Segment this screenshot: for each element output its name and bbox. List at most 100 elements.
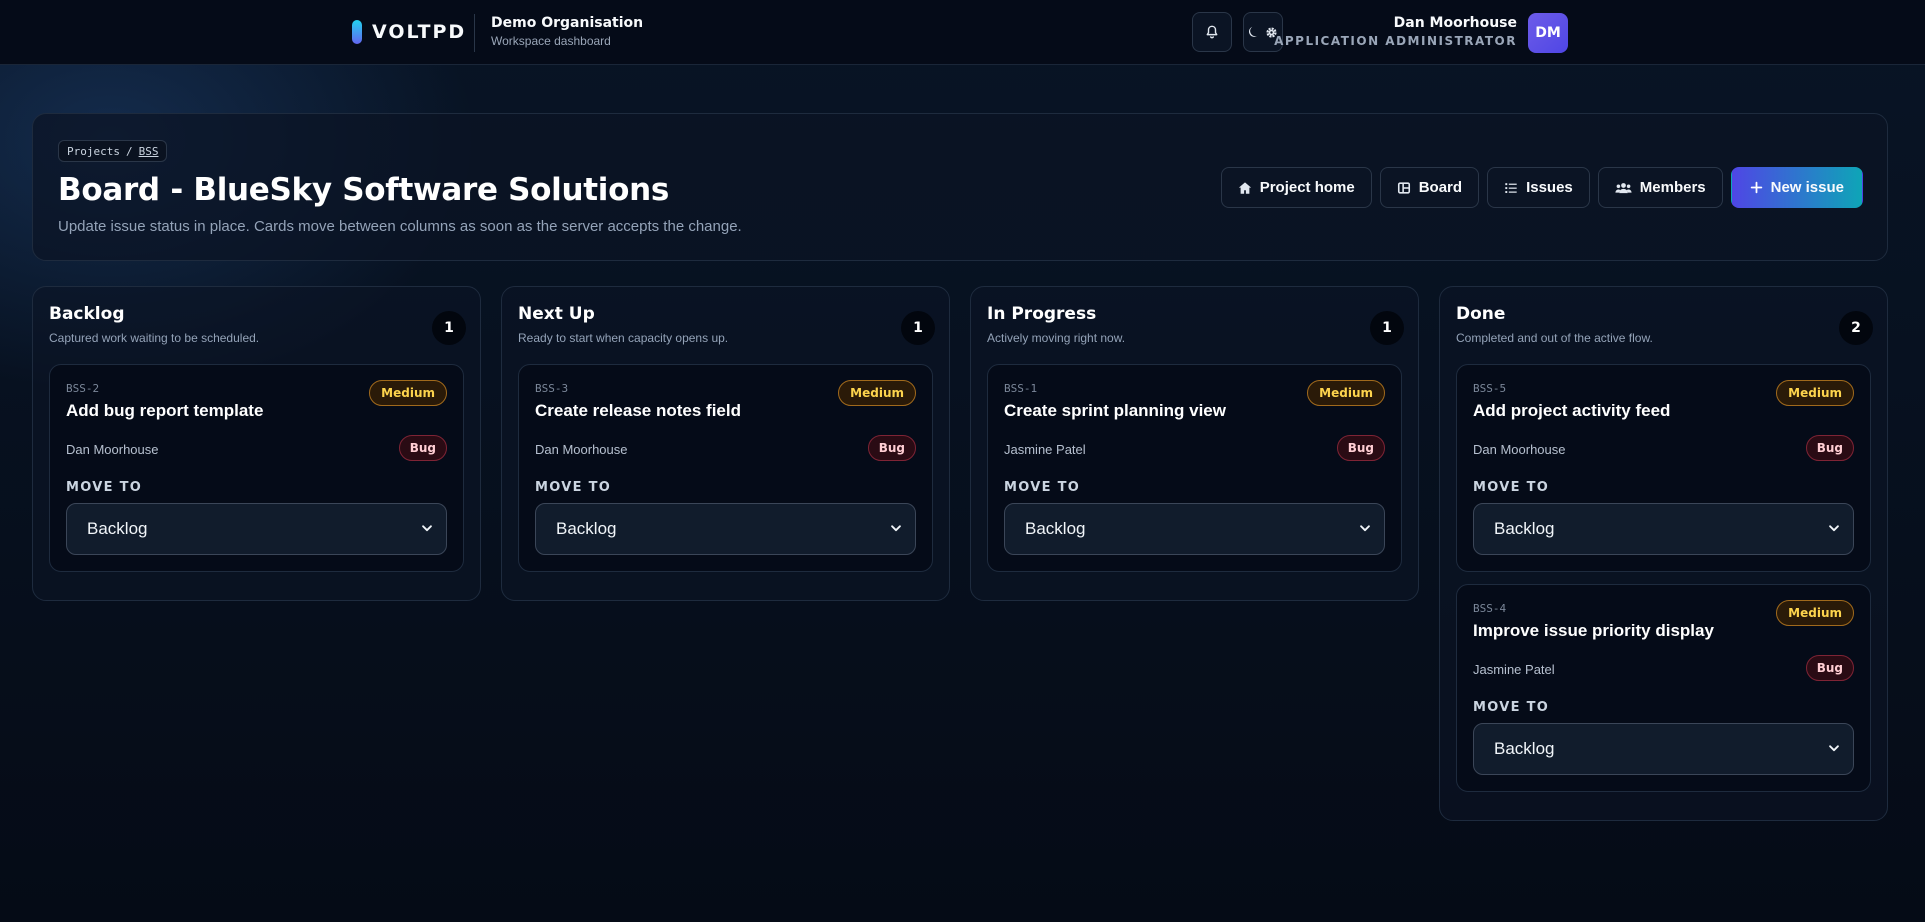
new-issue-button[interactable]: New issue [1730,167,1863,208]
project-home-label: Project home [1259,179,1355,196]
issue-type-badge: Bug [398,435,447,461]
brand-logo[interactable]: VOLTPD [352,20,466,44]
priority-badge: Medium [838,380,916,406]
moon-icon [1248,26,1259,37]
user-name: Dan Moorhouse [1393,15,1517,31]
move-to-value: Backlog [1494,739,1555,758]
board-button[interactable]: Board [1379,167,1480,208]
move-to-value: Backlog [556,519,617,538]
plus-icon [1750,181,1762,194]
page-title: Board - BlueSky Software Solutions [58,172,670,208]
move-to-label: MOVE TO [535,480,612,495]
column-description: Ready to start when capacity opens up. [518,331,729,345]
avatar[interactable]: DM [1528,13,1568,53]
column-description: Captured work waiting to be scheduled. [49,331,260,345]
assignee-name: Dan Moorhouse [66,442,159,457]
issue-card[interactable]: BSS-5 Add project activity feed Medium D… [1456,364,1871,572]
issue-title[interactable]: Improve issue priority display [1473,621,1714,641]
issue-type-badge: Bug [1805,655,1854,681]
column-backlog: Backlog Captured work waiting to be sche… [32,286,481,601]
issues-label: Issues [1526,179,1573,196]
column-in-progress: In Progress Actively moving right now. 1… [970,286,1419,601]
members-button[interactable]: Members [1597,167,1723,208]
organisation-info: Demo Organisation Workspace dashboard [491,15,643,48]
breadcrumb-project-link[interactable]: BSS [139,145,159,158]
issue-title[interactable]: Create sprint planning view [1004,401,1226,421]
organisation-name: Demo Organisation [491,15,644,31]
move-to-select[interactable]: Backlog [535,503,916,555]
chevron-down-icon [1360,525,1370,532]
issue-type-badge: Bug [867,435,916,461]
issue-title[interactable]: Add bug report template [66,401,263,421]
issue-type-badge: Bug [1336,435,1385,461]
issue-key: BSS-4 [1473,602,1507,615]
priority-badge: Medium [369,380,447,406]
issues-button[interactable]: Issues [1487,167,1590,208]
assignee-name: Jasmine Patel [1473,662,1555,677]
assignee-name: Dan Moorhouse [1473,442,1566,457]
chevron-down-icon [422,525,432,532]
issue-card[interactable]: BSS-2 Add bug report template Medium Dan… [49,364,464,572]
members-label: Members [1639,179,1706,196]
move-to-select[interactable]: Backlog [1473,723,1854,775]
issue-key: BSS-3 [535,382,569,395]
home-icon [1238,181,1251,194]
issue-card[interactable]: BSS-4 Improve issue priority display Med… [1456,584,1871,792]
move-to-label: MOVE TO [1473,480,1550,495]
brand-mark-icon [352,20,362,44]
issue-key: BSS-5 [1473,382,1507,395]
column-description: Actively moving right now. [987,331,1126,345]
move-to-select[interactable]: Backlog [1004,503,1385,555]
board-label: Board [1418,179,1463,196]
priority-badge: Medium [1776,600,1854,626]
assignee-name: Dan Moorhouse [535,442,628,457]
chevron-down-icon [1829,525,1839,532]
column-title: Backlog [49,304,125,324]
brand-name: VOLTPD [372,21,467,43]
notifications-button[interactable] [1192,12,1232,52]
breadcrumb-projects-link[interactable]: Projects [67,145,120,158]
column-title: In Progress [987,304,1097,324]
header-actions: Project home Board Issues Members New is… [1220,167,1863,208]
move-to-label: MOVE TO [1473,700,1550,715]
column-count-badge: 1 [1370,311,1404,345]
breadcrumb: Projects / BSS [58,140,168,162]
issue-card[interactable]: BSS-3 Create release notes field Medium … [518,364,933,572]
bell-icon [1206,25,1218,39]
board-icon [1397,181,1410,194]
page-subtitle: Update issue status in place. Cards move… [58,218,742,235]
column-count-badge: 1 [901,311,935,345]
column-title: Next Up [518,304,595,324]
assignee-name: Jasmine Patel [1004,442,1086,457]
chevron-down-icon [1829,745,1839,752]
issue-key: BSS-2 [66,382,100,395]
list-icon [1505,182,1517,193]
organisation-subtitle: Workspace dashboard [491,34,611,48]
priority-badge: Medium [1307,380,1385,406]
column-count-badge: 2 [1839,311,1873,345]
move-to-value: Backlog [1494,519,1555,538]
chevron-down-icon [891,525,901,532]
column-next-up: Next Up Ready to start when capacity ope… [501,286,950,601]
issue-type-badge: Bug [1805,435,1854,461]
breadcrumb-separator: / [125,144,133,158]
user-info[interactable]: Dan Moorhouse APPLICATION ADMINISTRATOR [1274,15,1517,48]
users-icon [1615,182,1632,193]
move-to-value: Backlog [87,519,148,538]
board-header: Projects / BSS Board - BlueSky Software … [32,113,1888,261]
move-to-select[interactable]: Backlog [1473,503,1854,555]
move-to-select[interactable]: Backlog [66,503,447,555]
issue-key: BSS-1 [1004,382,1038,395]
column-description: Completed and out of the active flow. [1456,331,1653,345]
column-count-badge: 1 [432,311,466,345]
project-home-button[interactable]: Project home [1220,167,1372,208]
move-to-label: MOVE TO [1004,480,1081,495]
issue-card[interactable]: BSS-1 Create sprint planning view Medium… [987,364,1402,572]
move-to-label: MOVE TO [66,480,143,495]
brand-divider [474,14,475,52]
issue-title[interactable]: Create release notes field [535,401,741,421]
column-title: Done [1456,304,1506,324]
new-issue-label: New issue [1770,179,1844,196]
priority-badge: Medium [1776,380,1854,406]
issue-title[interactable]: Add project activity feed [1473,401,1670,421]
